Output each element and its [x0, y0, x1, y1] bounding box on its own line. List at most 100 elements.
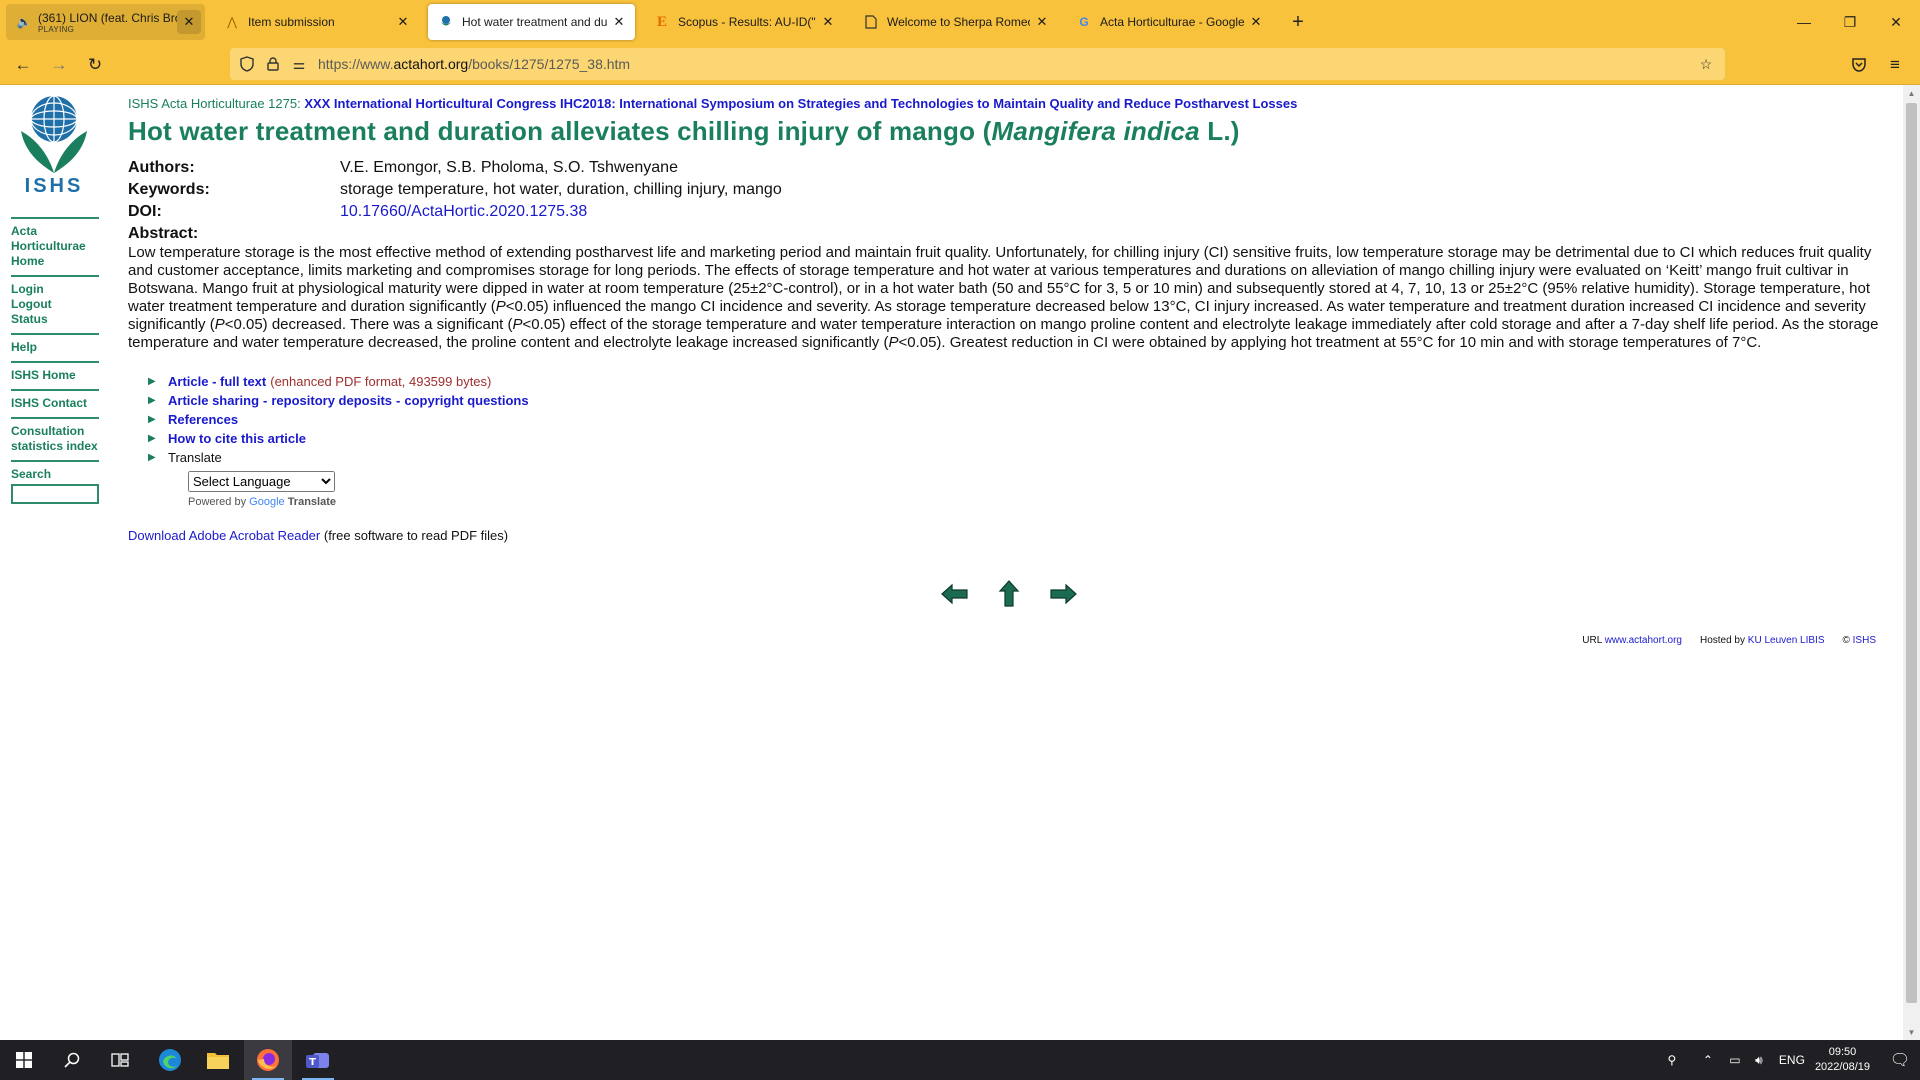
tab-lion-music[interactable]: 🔈 (361) LION (feat. Chris Brown) PLAYING… [6, 4, 205, 40]
next-arrow-icon[interactable] [1048, 582, 1078, 606]
close-icon[interactable]: ✕ [1030, 10, 1054, 34]
footer-copyright: © ISHS [1843, 635, 1877, 646]
sidebar-item-login[interactable]: Login [11, 282, 99, 297]
doi-link[interactable]: 10.17660/ActaHortic.2020.1275.38 [340, 201, 587, 223]
abstract-p-symbol: P [495, 298, 506, 315]
triangle-bullet-icon: ▶ [148, 452, 156, 463]
restore-window-button[interactable]: ❐ [1827, 0, 1873, 44]
authors-label: Authors: [128, 159, 195, 176]
sidebar-item-acta-home[interactable]: Acta Horticulturae Home [11, 224, 99, 269]
keywords-value: storage temperature, hot water, duration… [340, 181, 782, 198]
keywords-row: Keywords: storage temperature, hot water… [128, 179, 1888, 201]
lock-icon[interactable] [260, 51, 286, 77]
browser-nav-bar: ← → ↻ ⚌ https://www.actahort.org/books/1… [0, 44, 1920, 85]
acrobat-note: (free software to read PDF files) [320, 528, 509, 543]
sidebar-item-ishs-home[interactable]: ISHS Home [11, 368, 99, 383]
repository-deposits-link[interactable]: repository deposits [271, 391, 392, 410]
windows-start-icon[interactable] [0, 1040, 48, 1080]
sidebar-item-consultation-statistics[interactable]: Consultation statistics index [11, 424, 99, 454]
close-icon[interactable]: ✕ [391, 10, 415, 34]
tracking-shield-icon[interactable] [234, 51, 260, 77]
back-arrow-icon[interactable]: ← [8, 50, 38, 80]
page-scrollbar[interactable]: ▲ ▼ [1903, 85, 1920, 1040]
list-item: ▶ How to cite this article [148, 429, 1888, 448]
close-window-button[interactable]: ✕ [1873, 0, 1919, 44]
language-select[interactable]: Select Language [188, 471, 335, 492]
tab-sherpa-romeo[interactable]: Welcome to Sherpa Romeo - ✕ [853, 4, 1058, 40]
system-tray: ⚲ ⌃ ▭ 🔊︎ ENG 09:50 2022/08/19 🗨︎ [1657, 1040, 1920, 1080]
previous-arrow-icon[interactable] [940, 582, 970, 606]
up-arrow-icon[interactable] [998, 579, 1020, 609]
sidebar-item-help[interactable]: Help [11, 340, 99, 355]
people-icon[interactable]: ⚲ [1657, 1053, 1687, 1067]
forward-arrow-icon[interactable]: → [44, 50, 74, 80]
tab-scopus-results[interactable]: E Scopus - Results: AU-ID("Em ✕ [644, 4, 844, 40]
close-icon[interactable]: ✕ [607, 10, 631, 34]
close-icon[interactable]: ✕ [816, 10, 840, 34]
article-main: ISHS Acta Horticulturae 1275: XXX Intern… [128, 96, 1888, 543]
permissions-icon[interactable]: ⚌ [286, 51, 312, 77]
translate-brand-text[interactable]: Translate [285, 496, 336, 508]
tab-title: Hot water treatment and dura [462, 15, 607, 29]
edge-browser-icon[interactable] [146, 1040, 194, 1080]
pocket-icon[interactable] [1844, 50, 1874, 80]
bookmark-star-icon[interactable]: ☆ [1693, 51, 1719, 77]
scrollbar-thumb[interactable] [1906, 103, 1917, 1003]
footer-hosted-label: Hosted by [1699, 635, 1748, 646]
footer-copyright-link[interactable]: ISHS [1853, 635, 1876, 646]
close-icon[interactable]: ✕ [1244, 10, 1268, 34]
powered-by-text: Powered by [188, 496, 250, 508]
taskbar-search-icon[interactable] [48, 1040, 96, 1080]
sidebar-item-search[interactable]: Search [11, 467, 99, 482]
url-text[interactable]: https://www.actahort.org/books/1275/1275… [318, 56, 630, 72]
address-bar[interactable]: ⚌ https://www.actahort.org/books/1275/12… [230, 48, 1725, 80]
minimize-window-button[interactable]: — [1781, 0, 1827, 44]
sidebar-item-status[interactable]: Status [11, 312, 99, 327]
speaker-icon[interactable]: 🔈 [16, 14, 32, 30]
acrobat-download: Download Adobe Acrobat Reader (free soft… [128, 528, 1888, 543]
scroll-up-icon[interactable]: ▲ [1903, 85, 1920, 101]
tab-item-submission[interactable]: ⋀ Item submission ✕ [214, 4, 419, 40]
translate-label: Translate [168, 450, 222, 465]
task-view-icon[interactable] [96, 1040, 144, 1080]
footer-copyright-label: © [1842, 635, 1853, 646]
keywords-label: Keywords: [128, 181, 210, 198]
volume-icon[interactable]: 🔊︎ [1747, 1053, 1771, 1068]
scroll-down-icon[interactable]: ▼ [1903, 1024, 1920, 1040]
menu-icon[interactable]: ≡ [1880, 50, 1910, 80]
triangle-bullet-icon: ▶ [148, 414, 156, 425]
windows-taskbar: T ⚲ ⌃ ▭ 🔊︎ ENG 09:50 2022/08/19 🗨︎ [0, 1040, 1920, 1080]
tab-hot-water-treatment[interactable]: Hot water treatment and dura ✕ [428, 4, 635, 40]
footer-hosted-link[interactable]: KU Leuven LIBIS [1748, 635, 1825, 646]
notification-icon[interactable]: 🗨︎ [1880, 1050, 1920, 1070]
language-indicator[interactable]: ENG [1779, 1053, 1805, 1067]
article-sharing-link[interactable]: Article sharing [168, 391, 259, 410]
ishs-logo[interactable]: ISHS [15, 93, 93, 199]
search-input[interactable] [11, 484, 99, 504]
new-tab-button[interactable]: + [1284, 8, 1312, 36]
full-text-link[interactable]: Article - full text [168, 372, 266, 391]
copyright-questions-link[interactable]: copyright questions [404, 391, 528, 410]
reload-icon[interactable]: ↻ [80, 50, 110, 80]
google-logo-text[interactable]: Google [249, 496, 284, 508]
file-explorer-icon[interactable] [194, 1040, 242, 1080]
tab-google-scholar[interactable]: G Acta Horticulturae - Google S ✕ [1066, 4, 1272, 40]
triangle-bullet-icon: ▶ [148, 433, 156, 444]
close-icon[interactable]: ✕ [177, 10, 201, 34]
list-item: ▶ Translate [148, 448, 1888, 467]
system-clock[interactable]: 09:50 2022/08/19 [1815, 1045, 1870, 1075]
footer-url-link[interactable]: www.actahort.org [1605, 635, 1682, 646]
breadcrumb-symposium-link[interactable]: XXX International Horticultural Congress… [304, 96, 1297, 111]
abstract-text: Low temperature storage is the most effe… [128, 244, 1890, 352]
references-link[interactable]: References [168, 410, 238, 429]
firefox-icon[interactable] [244, 1040, 292, 1080]
sidebar-item-logout[interactable]: Logout [11, 297, 99, 312]
chevron-up-icon[interactable]: ⌃ [1693, 1053, 1723, 1067]
list-item: ▶ References [148, 410, 1888, 429]
browser-tab-bar: 🔈 (361) LION (feat. Chris Brown) PLAYING… [0, 0, 1920, 44]
sidebar-item-ishs-contact[interactable]: ISHS Contact [11, 396, 99, 411]
cite-article-link[interactable]: How to cite this article [168, 429, 306, 448]
teams-icon[interactable]: T [294, 1040, 342, 1080]
network-icon[interactable]: ▭ [1723, 1053, 1747, 1067]
acrobat-download-link[interactable]: Download Adobe Acrobat Reader [128, 528, 320, 543]
